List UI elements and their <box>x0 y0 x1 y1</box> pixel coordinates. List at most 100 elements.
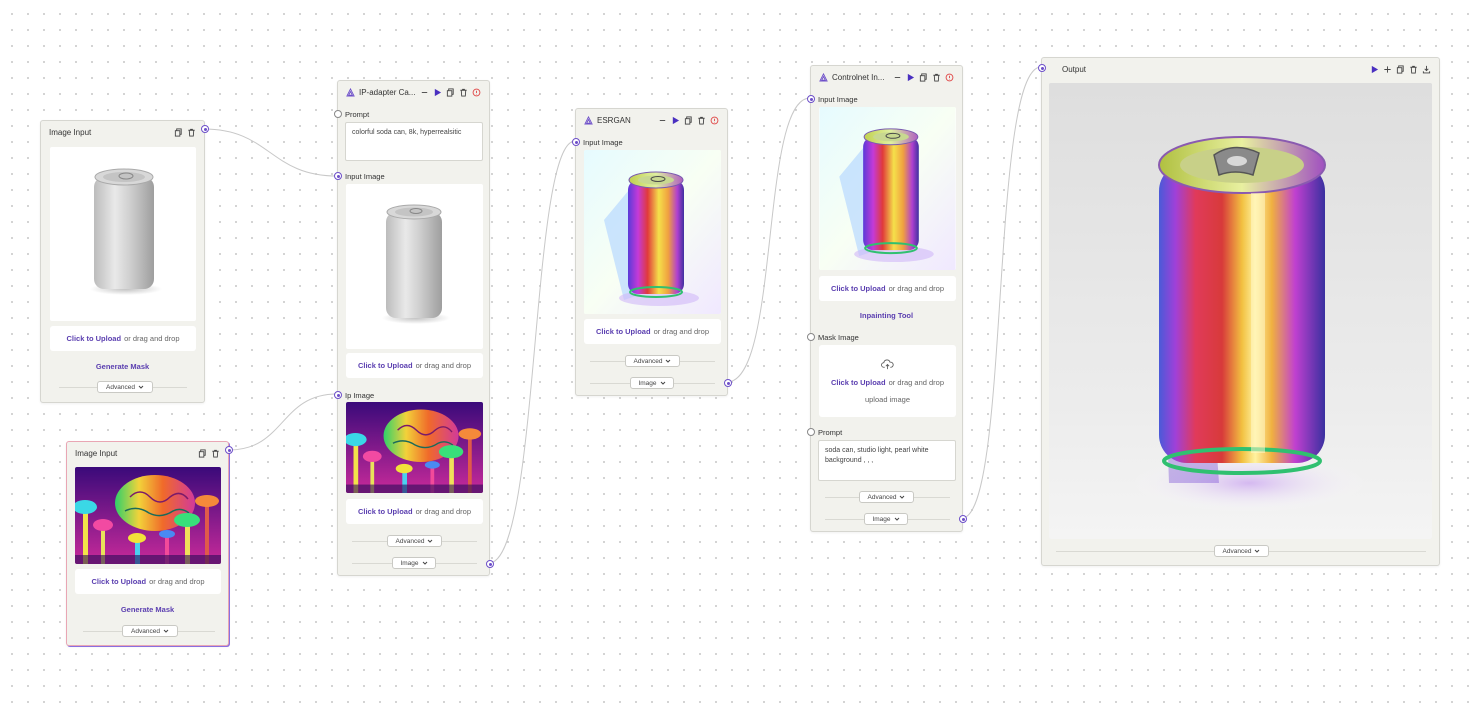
node-title: IP-adapter Ca... <box>359 87 416 97</box>
upload-dropzone[interactable]: Click to Upload or drag and drop <box>75 569 221 594</box>
click-to-upload-link[interactable]: Click to Upload <box>831 378 886 387</box>
copy-icon[interactable] <box>197 448 207 458</box>
image-preview <box>75 467 221 564</box>
minimize-icon[interactable] <box>419 87 429 97</box>
plus-icon[interactable] <box>1382 64 1392 74</box>
play-icon[interactable] <box>432 87 442 97</box>
output-port[interactable] <box>201 125 209 133</box>
input-port[interactable] <box>1038 64 1046 72</box>
click-to-upload-link[interactable]: Click to Upload <box>358 361 413 370</box>
copy-icon[interactable] <box>173 127 183 137</box>
inpainting-tool-button[interactable]: Inpainting Tool <box>811 311 962 320</box>
input-image-label: Input Image <box>818 95 858 104</box>
output-port[interactable] <box>724 379 732 387</box>
output-port[interactable] <box>225 446 233 454</box>
node-header[interactable]: Image Input <box>41 121 204 143</box>
mask-image-port[interactable] <box>807 333 815 341</box>
trash-icon[interactable] <box>1408 64 1418 74</box>
drag-drop-hint: or drag and drop <box>415 361 472 370</box>
node-header[interactable]: IP-adapter Ca... <box>338 81 489 103</box>
advanced-label: Advanced <box>395 537 425 545</box>
upload-dropzone[interactable]: Click to Upload or drag and drop <box>346 499 483 524</box>
advanced-toggle[interactable]: Advanced <box>387 535 442 547</box>
chevron-down-icon <box>138 385 144 389</box>
output-node[interactable]: Output Advanced <box>1038 57 1440 566</box>
input-image-port[interactable] <box>334 172 342 180</box>
copy-icon[interactable] <box>1395 64 1405 74</box>
advanced-toggle[interactable]: Advanced <box>1214 545 1269 557</box>
node-title: Image Input <box>75 448 118 458</box>
play-icon[interactable] <box>905 72 915 82</box>
click-to-upload-link[interactable]: Click to Upload <box>66 334 121 343</box>
chevron-down-icon <box>1255 549 1260 553</box>
download-icon[interactable] <box>1421 64 1431 74</box>
click-to-upload-link[interactable]: Click to Upload <box>358 507 413 516</box>
generate-mask-button[interactable]: Generate Mask <box>67 605 228 614</box>
copy-icon[interactable] <box>445 87 455 97</box>
error-icon[interactable] <box>944 72 954 82</box>
generate-mask-button[interactable]: Generate Mask <box>41 362 204 371</box>
output-port[interactable] <box>959 515 967 523</box>
input-image-port[interactable] <box>807 95 815 103</box>
prompt-label: Prompt <box>345 110 370 119</box>
mask-upload-dropzone[interactable]: Click to Upload or drag and drop upload i… <box>819 345 956 417</box>
copy-icon[interactable] <box>918 72 928 82</box>
trash-icon[interactable] <box>186 127 196 137</box>
upload-image-hint: upload image <box>864 394 911 404</box>
rainbow-can-image <box>584 150 721 314</box>
node-header[interactable]: Controlnet In... <box>811 66 962 88</box>
node-header[interactable]: Output <box>1042 58 1439 80</box>
output-type-select[interactable]: Image <box>392 557 436 569</box>
trash-icon[interactable] <box>696 115 706 125</box>
image-input-node-selected[interactable]: Image Input Click to Upload or drag and … <box>66 441 233 646</box>
advanced-toggle[interactable]: Advanced <box>122 625 178 637</box>
node-header[interactable]: Image Input <box>67 442 228 464</box>
output-type-select[interactable]: Image <box>630 377 674 389</box>
drag-drop-hint: or drag and drop <box>888 284 945 293</box>
upload-dropzone[interactable]: Click to Upload or drag and drop <box>50 326 196 351</box>
click-to-upload-link[interactable]: Click to Upload <box>596 327 651 336</box>
prompt-textarea[interactable]: colorful soda can, 8k, hyperrealsitic <box>345 122 483 161</box>
copy-icon[interactable] <box>683 115 693 125</box>
minimize-icon[interactable] <box>657 115 667 125</box>
output-type-label: Image <box>638 379 657 387</box>
click-to-upload-link[interactable]: Click to Upload <box>831 284 886 293</box>
image-input-node[interactable]: Image Input Click to Upload or drag and … <box>40 120 209 403</box>
trash-icon[interactable] <box>458 87 468 97</box>
output-type-label: Image <box>872 515 891 523</box>
error-icon[interactable] <box>709 115 719 125</box>
advanced-toggle[interactable]: Advanced <box>859 491 914 503</box>
prompt-input-port[interactable] <box>807 428 815 436</box>
play-icon[interactable] <box>1369 64 1379 74</box>
advanced-toggle[interactable]: Advanced <box>97 381 153 393</box>
trash-icon[interactable] <box>931 72 941 82</box>
upload-dropzone[interactable]: Click to Upload or drag and drop <box>819 276 956 301</box>
click-to-upload-link[interactable]: Click to Upload <box>91 577 146 586</box>
rainbow-can-output-image <box>1049 83 1432 539</box>
upload-dropzone[interactable]: Click to Upload or drag and drop <box>584 319 721 344</box>
input-image-port[interactable] <box>572 138 580 146</box>
esrgan-node[interactable]: ESRGAN Input Image Click to Upload or dr… <box>572 108 732 396</box>
ip-adapter-node[interactable]: IP-adapter Ca... Prompt colorful soda ca… <box>334 80 494 576</box>
white-can-image <box>382 204 450 324</box>
wire-image-input2-to-ip-image <box>228 393 338 451</box>
minimize-icon[interactable] <box>892 72 902 82</box>
mask-image-label: Mask Image <box>818 333 859 342</box>
play-icon[interactable] <box>670 115 680 125</box>
trash-icon[interactable] <box>210 448 220 458</box>
node-header[interactable]: ESRGAN <box>576 109 727 131</box>
chevron-down-icon <box>900 495 905 499</box>
error-icon[interactable] <box>471 87 481 97</box>
advanced-label: Advanced <box>1222 547 1252 555</box>
advanced-label: Advanced <box>867 493 897 501</box>
ip-image-port[interactable] <box>334 391 342 399</box>
output-port[interactable] <box>486 560 494 568</box>
controlnet-inpaint-node[interactable]: Controlnet In... Input Image Click to Up… <box>807 65 967 532</box>
advanced-toggle[interactable]: Advanced <box>625 355 680 367</box>
output-type-select[interactable]: Image <box>864 513 908 525</box>
prompt-input-port[interactable] <box>334 110 342 118</box>
wire-esrgan-to-controlnet <box>726 97 811 383</box>
psychedelic-mushroom-image <box>75 467 221 564</box>
upload-dropzone[interactable]: Click to Upload or drag and drop <box>346 353 483 378</box>
prompt-textarea[interactable]: soda can, studio light, pearl white back… <box>818 440 956 481</box>
